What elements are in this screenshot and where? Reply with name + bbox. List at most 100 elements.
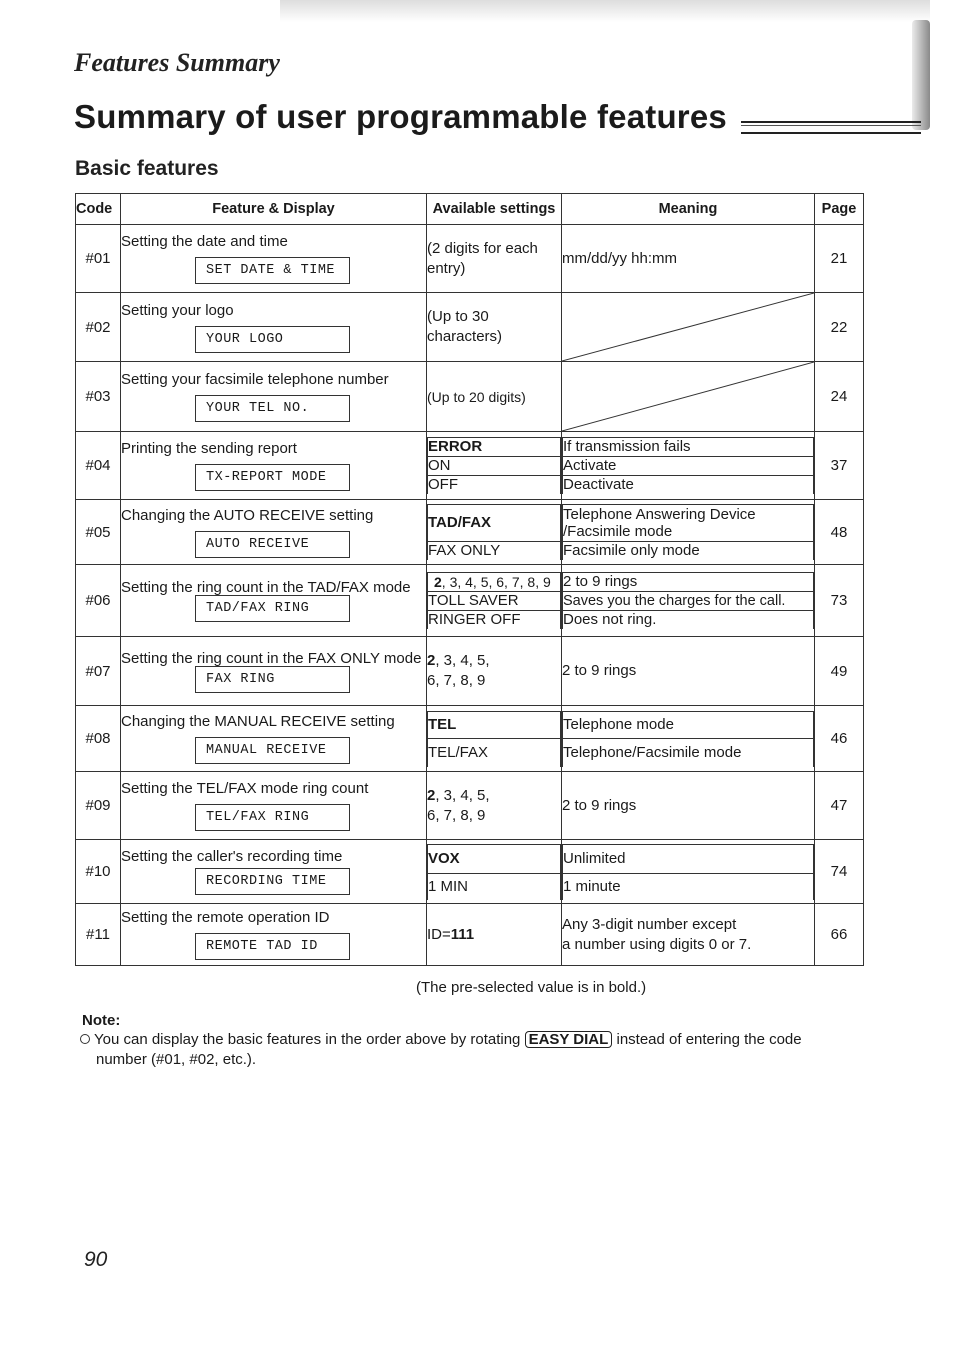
meaning-cell: Telephone mode Telephone/Facsimile mode — [561, 705, 815, 772]
feature-cell: Setting the caller's recording time RECO… — [120, 839, 427, 904]
column-header-page: Page — [814, 193, 864, 225]
subtitle: Basic features — [75, 157, 219, 180]
column-header-feature: Feature & Display — [120, 193, 427, 225]
setting-option: FAX ONLY — [427, 541, 561, 560]
meaning-text: Facsimile only mode — [562, 541, 814, 560]
lcd-display: YOUR LOGO — [195, 325, 350, 353]
features-table: Code Feature & Display Available setting… — [75, 193, 864, 966]
setting-option-rest: , 3, 4, 5, 6, 7, 8, 9 — [441, 574, 551, 590]
lcd-display: AUTO RECEIVE — [195, 530, 350, 558]
meaning-text: Telephone mode — [562, 710, 814, 739]
table-row: #09 Setting the TEL/FAX mode ring count … — [75, 771, 864, 840]
lcd-display: FAX RING — [195, 665, 350, 693]
note-text-continued: instead of entering the code — [616, 1031, 802, 1048]
meaning-text: Telephone Answering Device /Facsimile mo… — [562, 504, 814, 542]
setting-option-default: VOX — [427, 843, 561, 874]
settings-cell: TAD/FAX FAX ONLY — [426, 499, 562, 565]
feature-text: Printing the sending report — [121, 440, 297, 457]
settings-cell: (Up to 20 digits) — [426, 361, 562, 432]
table-row: #06 Setting the ring count in the TAD/FA… — [75, 564, 864, 637]
lcd-display: YOUR TEL NO. — [195, 395, 350, 422]
section-label: Features Summary — [74, 48, 280, 77]
meaning-cell: Unlimited 1 minute — [561, 839, 815, 904]
setting-option: 6, 7, 8, 9 — [427, 672, 486, 689]
code-cell: #07 — [75, 636, 121, 706]
feature-text: Setting the date and time — [121, 233, 288, 250]
page-cell: 74 — [814, 839, 864, 904]
page-cell: 49 — [814, 636, 864, 706]
feature-cell: Setting your facsimile telephone number … — [120, 361, 427, 432]
feature-text: Changing the MANUAL RECEIVE setting — [121, 713, 395, 730]
table-row: #01 Setting the date and time SET DATE &… — [75, 224, 864, 293]
note-text-line2: number (#01, #02, etc.). — [96, 1051, 257, 1068]
title-rule-divider — [741, 121, 921, 134]
meaning-cell: 2 to 9 rings Saves you the charges for t… — [561, 564, 815, 637]
feature-cell: Setting the TEL/FAX mode ring count TEL/… — [120, 771, 427, 840]
meaning-cell: If transmission fails Activate Deactivat… — [561, 431, 815, 500]
meaning-text: Deactivate — [562, 475, 814, 494]
meaning-cell: 2 to 9 rings — [561, 771, 815, 840]
diagonal-strike — [562, 293, 814, 361]
table-header-row: Code Feature & Display Available setting… — [75, 193, 864, 225]
settings-cell: 2, 3, 4, 5, 6, 7, 8, 9 TOLL SAVER RINGER… — [426, 564, 562, 637]
table-row: #04 Printing the sending report TX-REPOR… — [75, 431, 864, 500]
page-cell: 37 — [814, 431, 864, 500]
page-cell: 73 — [814, 564, 864, 637]
feature-text: Setting the remote operation ID — [121, 909, 330, 926]
page-cell: 46 — [814, 705, 864, 772]
table-row: #11 Setting the remote operation ID REMO… — [75, 903, 864, 966]
code-cell: #05 — [75, 499, 121, 565]
meaning-cell: 2 to 9 rings — [561, 636, 815, 706]
setting-option: , 3, 4, 5, — [435, 652, 490, 669]
settings-cell: TEL TEL/FAX — [426, 705, 562, 772]
feature-text: Setting your facsimile telephone number — [121, 371, 389, 388]
setting-option-default: TEL — [427, 710, 561, 739]
settings-cell: ERROR ON OFF — [426, 431, 562, 500]
feature-text: Setting the caller's recording time — [121, 848, 343, 865]
scan-shadow-top — [280, 0, 930, 22]
feature-cell: Changing the AUTO RECEIVE setting AUTO R… — [120, 499, 427, 565]
meaning-cell-empty — [561, 361, 815, 432]
page-cell: 24 — [814, 361, 864, 432]
setting-option: 6, 7, 8, 9 — [427, 806, 486, 824]
settings-cell: (Up to 30 characters) — [426, 292, 562, 362]
column-header-meaning: Meaning — [561, 193, 815, 225]
setting-option: 2, 3, 4, 5, 6, 7, 8, 9 — [427, 572, 561, 592]
code-cell: #01 — [75, 224, 121, 293]
page-cell: 47 — [814, 771, 864, 840]
code-cell: #03 — [75, 361, 121, 432]
page-number: 90 — [84, 1248, 108, 1271]
meaning-text: Saves you the charges for the call. — [562, 591, 814, 611]
feature-cell: Printing the sending report TX-REPORT MO… — [120, 431, 427, 500]
note-body: You can display the basic features in th… — [80, 1030, 870, 1070]
setting-option: RINGER OFF — [427, 610, 561, 629]
column-header-settings: Available settings — [426, 193, 562, 225]
settings-cell: 2, 3, 4, 5, 6, 7, 8, 9 — [426, 636, 562, 706]
easy-dial-key: EASY DIAL — [524, 1031, 613, 1048]
setting-default-value: 2 — [434, 574, 442, 590]
bullet-icon — [80, 1034, 90, 1045]
lcd-display: MANUAL RECEIVE — [195, 737, 350, 764]
meaning-cell: mm/dd/yy hh:mm — [561, 224, 815, 293]
settings-cell: VOX 1 MIN — [426, 839, 562, 904]
diagonal-strike — [562, 362, 814, 431]
code-cell: #09 — [75, 771, 121, 840]
table-row: #08 Changing the MANUAL RECEIVE setting … — [75, 705, 864, 772]
lcd-display: TEL/FAX RING — [195, 804, 350, 831]
setting-option: , 3, 4, 5, — [435, 786, 490, 804]
meaning-text: 2 to 9 rings — [562, 572, 814, 592]
feature-cell: Setting the remote operation ID REMOTE T… — [120, 903, 427, 966]
meaning-cell: Any 3-digit number except a number using… — [561, 903, 815, 966]
setting-option: ON — [427, 456, 561, 476]
setting-option: 1 MIN — [427, 872, 561, 900]
page-cell: 21 — [814, 224, 864, 293]
lcd-display: REMOTE TAD ID — [195, 933, 350, 960]
settings-cell: 2, 3, 4, 5, 6, 7, 8, 9 — [426, 771, 562, 840]
scan-shadow-right — [912, 20, 930, 130]
meaning-cell-empty — [561, 292, 815, 362]
code-cell: #02 — [75, 292, 121, 362]
setting-option: OFF — [427, 475, 561, 494]
code-cell: #04 — [75, 431, 121, 500]
meaning-text: Any 3-digit number except — [562, 915, 737, 933]
meaning-text: If transmission fails — [562, 437, 814, 457]
